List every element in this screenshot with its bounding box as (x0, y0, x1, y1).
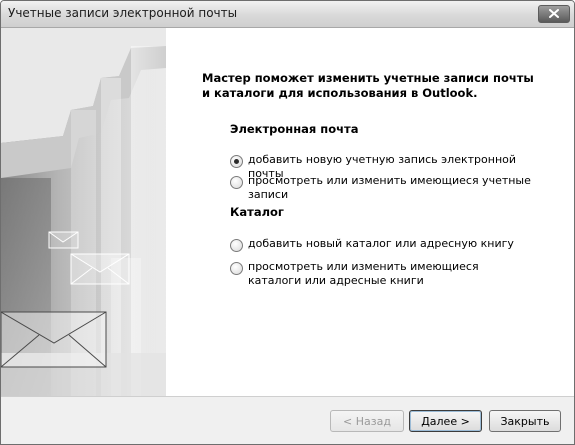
wizard-content: Мастер поможет изменить учетные записи п… (167, 28, 574, 396)
option-view-directories[interactable]: просмотреть или изменить имеющиеся катал… (230, 260, 533, 288)
radio-view-directories[interactable] (230, 262, 243, 275)
radio-add-email-account[interactable] (230, 155, 243, 168)
back-button[interactable]: < Назад (330, 410, 404, 432)
close-button[interactable]: Закрыть (489, 410, 561, 432)
close-icon (549, 9, 559, 18)
radio-view-email-accounts[interactable] (230, 176, 243, 189)
button-bar: < Назад Далее > Закрыть (1, 396, 574, 444)
next-button[interactable]: Далее > (409, 410, 482, 432)
wizard-side-graphic (1, 28, 166, 396)
radio-add-directory[interactable] (230, 239, 243, 252)
option-label: просмотреть или изменить имеющиеся катал… (248, 260, 479, 287)
envelopes-illustration-icon (1, 28, 166, 396)
option-view-email-accounts[interactable]: просмотреть или изменить имеющиеся учетн… (230, 174, 533, 202)
window-title: Учетные записи электронной почты (8, 6, 238, 20)
option-add-directory[interactable]: добавить новый каталог или адресную книг… (230, 237, 533, 252)
directory-section-title: Каталог (230, 205, 284, 219)
title-bar[interactable]: Учетные записи электронной почты (1, 1, 574, 28)
intro-text: Мастер поможет изменить учетные записи п… (202, 71, 534, 100)
option-label: добавить новый каталог или адресную книг… (248, 237, 514, 250)
window-close-button[interactable] (538, 5, 570, 23)
dialog-window: Учетные записи электронной почты Мастер … (0, 0, 575, 445)
option-label: просмотреть или изменить имеющиеся учетн… (248, 174, 531, 201)
email-section-title: Электронная почта (230, 122, 359, 136)
